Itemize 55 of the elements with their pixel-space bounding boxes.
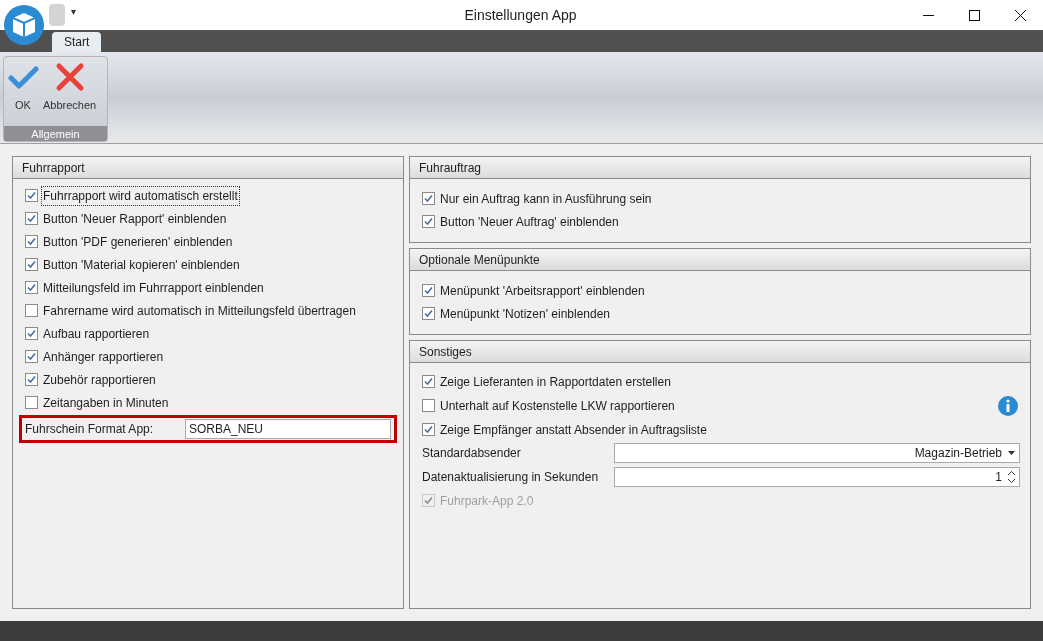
cancel-button[interactable]: Abbrechen (43, 61, 97, 114)
spinner-arrows-icon (1008, 471, 1015, 483)
caret-icon (1008, 451, 1015, 455)
checkbox-label[interactable]: Mitteilungsfeld im Fuhrrapport einblenden (41, 277, 266, 298)
checkbox[interactable] (25, 373, 38, 386)
checkbox-label[interactable]: Button 'Neuer Auftrag' einblenden (438, 211, 621, 232)
checkbox-label[interactable]: Fuhrrapport wird automatisch erstellt (41, 185, 240, 206)
panel-header: Fuhrrapport (13, 157, 403, 179)
field-label: Fuhrschein Format App: (25, 421, 155, 438)
checkbox[interactable] (25, 327, 38, 340)
quick-access-menu[interactable]: ▾ (71, 4, 76, 19)
checkbox-label[interactable]: Button 'Material kopieren' einblenden (41, 254, 242, 275)
field-label: Datenaktualisierung in Sekunden (422, 469, 600, 486)
checkbox-label[interactable]: Button 'PDF generieren' einblenden (41, 231, 235, 252)
checkbox-label[interactable]: Aufbau rapportieren (41, 323, 152, 344)
checkbox[interactable] (25, 396, 38, 409)
checkbox-label[interactable]: Menüpunkt 'Arbeitsrapport' einblenden (438, 280, 647, 301)
checkbox[interactable] (25, 281, 38, 294)
format-input-field[interactable]: SORBA_NEU (185, 419, 391, 439)
checkbox[interactable] (422, 423, 435, 436)
checkbox-label[interactable]: Zeige Empfänger anstatt Absender in Auftragsliste (438, 419, 709, 440)
checkbox[interactable] (25, 304, 38, 317)
window-title: Einstellungen App (463, 5, 578, 25)
checkbox-label[interactable]: Unterhalt auf Kostenstelle LKW rapportieren (438, 395, 677, 416)
checkbox-label[interactable]: Zeige Lieferanten in Rapportdaten erstellen (438, 371, 673, 392)
checkbox-label[interactable]: Button 'Neuer Rapport' einblenden (41, 208, 229, 229)
checkbox-label[interactable]: Zeitangaben in Minuten (41, 392, 171, 413)
checkbox[interactable] (422, 375, 435, 388)
checkbox[interactable] (25, 212, 38, 225)
ok-button[interactable]: OK (7, 61, 39, 114)
checkbox-label[interactable]: Anhänger rapportieren (41, 346, 166, 367)
checkbox[interactable] (422, 307, 435, 320)
checkbox[interactable] (25, 235, 38, 248)
checkbox-label[interactable]: Fahrername wird automatisch in Mitteilungsfeld übertragen (41, 300, 358, 321)
checkbox[interactable] (25, 189, 38, 202)
checkbox[interactable] (422, 192, 435, 205)
group-label: Allgemein (4, 126, 107, 141)
checkbox-label[interactable]: Menüpunkt 'Notizen' einblenden (438, 303, 613, 324)
panel-header: Fuhrauftrag (410, 157, 1030, 179)
checkbox[interactable] (25, 350, 38, 363)
checkbox[interactable] (25, 258, 38, 271)
checkbox-label[interactable]: Nur ein Auftrag kann in Ausführung sein (438, 188, 654, 209)
ribbon-tab[interactable]: Start (52, 32, 102, 52)
info-icon[interactable] (998, 395, 1018, 416)
panel-header: Optionale Menüpunkte (410, 249, 1030, 271)
checkbox-label[interactable]: Zubehör rapportieren (41, 369, 158, 390)
field-label: Standardabsender (422, 445, 522, 462)
close-icon (1014, 9, 1026, 21)
maximize-icon (968, 9, 980, 21)
checkbox[interactable] (422, 284, 435, 297)
checkbox[interactable] (422, 215, 435, 228)
dropdown-field[interactable]: Magazin-Betrieb (614, 443, 1020, 463)
checkbox[interactable] (422, 399, 435, 412)
panel-header: Sonstiges (410, 341, 1030, 363)
number-spinner-field[interactable]: 1 (614, 467, 1020, 487)
